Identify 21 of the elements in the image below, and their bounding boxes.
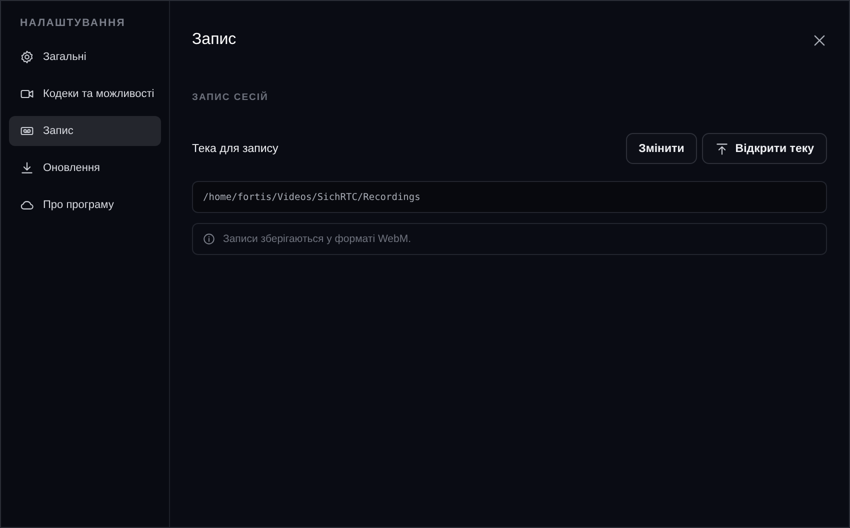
sidebar-item[interactable]: Загальні	[9, 42, 161, 72]
cassette-icon	[20, 124, 34, 138]
path-field[interactable]: /home/fortis/Videos/SichRTC/Recordings	[192, 181, 827, 213]
sidebar-item[interactable]: Про програму	[9, 190, 161, 220]
cloud-icon	[20, 198, 34, 212]
upload-icon	[715, 142, 730, 156]
sidebar-heading: НАЛАШТУВАННЯ	[19, 17, 126, 31]
info-text: Записи зберігаються у форматі WebM.	[223, 233, 412, 245]
field-label: Тека для запису	[192, 142, 278, 154]
sidebar-item[interactable]: Запис	[9, 116, 161, 146]
sidebar-item[interactable]: Оновлення	[9, 153, 161, 183]
open-folder-button[interactable]: Відкрити теку	[702, 133, 827, 164]
info-icon	[203, 233, 215, 245]
sidebar-item[interactable]: Кодеки та можливості	[9, 79, 161, 109]
section-heading: ЗАПИС СЕСІЙ	[192, 92, 270, 103]
download-icon	[20, 161, 34, 175]
gear-icon	[20, 50, 34, 64]
dialog-title: Запис	[192, 31, 236, 49]
change-button[interactable]: Змінити	[626, 133, 698, 164]
video-camera-icon	[20, 87, 34, 101]
close-button[interactable]	[812, 32, 827, 48]
